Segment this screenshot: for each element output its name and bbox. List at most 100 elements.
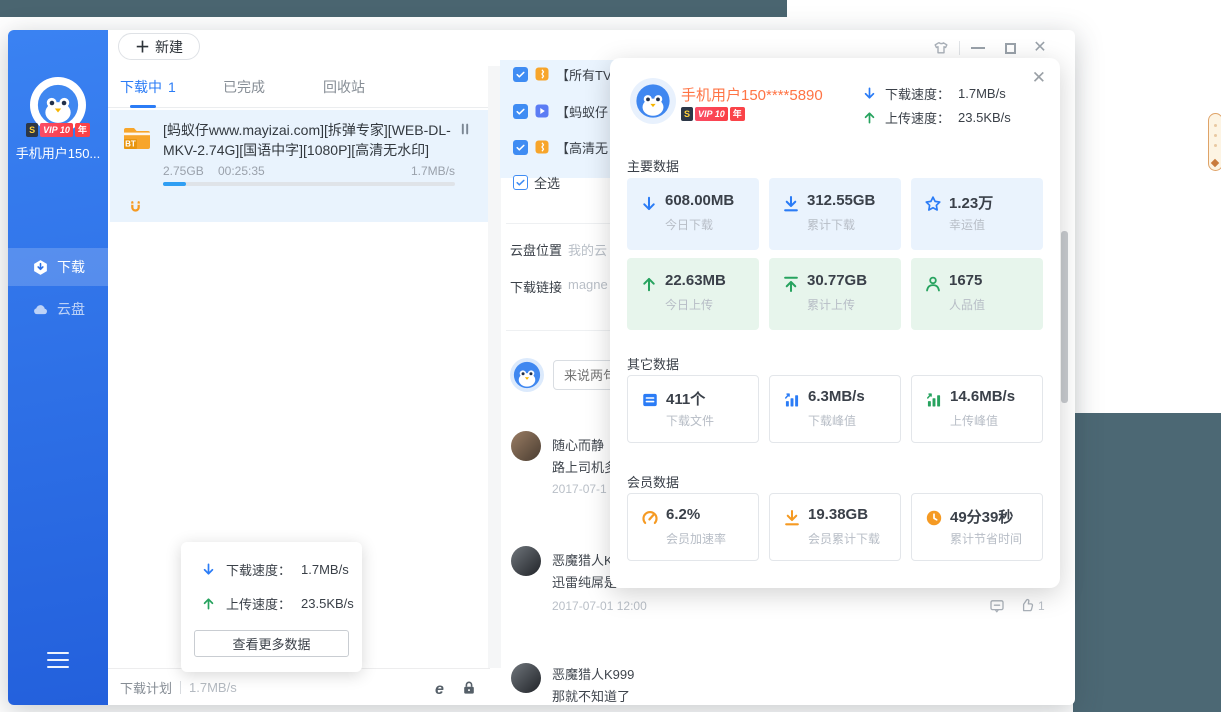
desktop-top-strip xyxy=(0,0,787,17)
statusbar-divider xyxy=(180,681,181,694)
stat-label: 今日下载 xyxy=(665,216,713,233)
commenter-avatar[interactable] xyxy=(511,663,541,693)
comment-text: 迅雷纯屌是 xyxy=(552,572,617,591)
file-row[interactable]: 【所有TV xyxy=(513,63,612,85)
divider xyxy=(506,223,616,224)
stat-card-luck-value: 1.23万 幸运值 xyxy=(911,178,1043,250)
popup-avatar xyxy=(630,78,676,124)
stat-value: 22.63MB xyxy=(665,272,726,289)
torrent-file-icon xyxy=(534,139,550,155)
stat-label: 累计下载 xyxy=(807,216,855,233)
window-controls: ✕ xyxy=(933,38,1048,58)
stat-label: 人品值 xyxy=(949,296,985,313)
stat-value: 49分39秒 xyxy=(950,506,1013,527)
download-title: [蚂蚁仔www.mayizai.com][拆弹专家][WEB-DL-MKV-2.… xyxy=(163,120,451,160)
super-badge: S xyxy=(26,123,38,137)
comment-author: 随心而静 xyxy=(552,435,604,454)
vertical-scrollbar[interactable] xyxy=(1061,231,1068,403)
checkbox-checked[interactable] xyxy=(513,104,528,119)
tab-downloading[interactable]: 下载中 1 xyxy=(120,66,176,108)
cloud-icon xyxy=(32,301,49,318)
popup-close-icon[interactable]: ✕ xyxy=(1032,68,1046,88)
commenter-avatar[interactable] xyxy=(511,431,541,461)
stat-label: 下载峰值 xyxy=(808,412,856,429)
magnet-icon xyxy=(128,200,143,215)
arrow-down-icon xyxy=(862,86,877,101)
stat-label: 累计上传 xyxy=(807,296,855,313)
stat-label: 今日上传 xyxy=(665,296,713,313)
comment-author: 恶魔猎人K xyxy=(552,550,613,569)
popup-download-speed-row: 下载速度： 1.7MB/s xyxy=(862,84,1006,103)
like-count: 1 xyxy=(1038,599,1045,613)
skin-shirt-icon[interactable] xyxy=(933,40,949,56)
section-title-main: 主要数据 xyxy=(627,156,679,175)
close-button[interactable]: ✕ xyxy=(1032,40,1048,56)
popup-username: 手机用户150****5890 xyxy=(681,84,823,105)
popup-upload-speed-row: 上传速度： 23.5KB/s xyxy=(862,108,1011,127)
checkbox-checked[interactable] xyxy=(513,67,528,82)
arrow-down-icon xyxy=(640,195,658,213)
download-plan-label[interactable]: 下载计划 xyxy=(120,678,172,697)
pause-icon[interactable] xyxy=(458,122,472,136)
handle-dot xyxy=(1214,134,1217,137)
status-bar: 下载计划 1.7MB/s e xyxy=(108,668,490,705)
select-all-row[interactable]: 全选 xyxy=(513,171,560,193)
stat-value: 6.2% xyxy=(666,506,700,523)
commenter-avatar[interactable] xyxy=(511,546,541,576)
document-list-icon xyxy=(641,391,659,409)
stat-label: 幸运值 xyxy=(949,216,985,233)
browser-e-icon[interactable]: e xyxy=(433,680,450,697)
maximize-button[interactable] xyxy=(1002,40,1018,56)
new-task-button[interactable]: ＋ 新建 xyxy=(118,33,200,60)
active-tab-underline xyxy=(130,105,156,108)
download-link-label: 下载链接 xyxy=(510,277,562,296)
download-hex-icon xyxy=(32,259,49,276)
stat-card-file-count: 411个 下载文件 xyxy=(627,375,759,443)
handle-diamond-icon xyxy=(1211,159,1219,167)
video-file-icon xyxy=(534,103,550,119)
bt-folder-icon xyxy=(122,123,152,151)
select-all-label: 全选 xyxy=(534,173,560,192)
tab-label: 回收站 xyxy=(323,77,365,97)
screen-edge-handle[interactable] xyxy=(1208,113,1221,171)
stat-card-today-download: 608.00MB 今日下载 xyxy=(627,178,759,250)
gauge-icon xyxy=(641,509,659,527)
view-more-data-button[interactable]: 查看更多数据 xyxy=(194,630,349,657)
upload-speed-label: 上传速度： xyxy=(885,108,950,127)
checkbox-select-all[interactable] xyxy=(513,175,528,190)
lock-icon[interactable] xyxy=(461,680,477,696)
tab-completed[interactable]: 已完成 xyxy=(223,66,265,108)
stat-value: 19.38GB xyxy=(808,506,868,523)
speed-popup: 下载速度： 1.7MB/s 上传速度： 23.5KB/s 查看更多数据 xyxy=(181,542,362,672)
sidebar-item-download[interactable]: 下载 xyxy=(8,248,108,286)
stat-card-member-download: 19.38GB 会员累计下载 xyxy=(769,493,901,561)
download-speed: 1.7MB/s xyxy=(411,164,455,178)
stat-card-upload-peak: 14.6MB/s 上传峰值 xyxy=(911,375,1043,443)
stat-card-member-boost: 6.2% 会员加速率 xyxy=(627,493,759,561)
download-speed-value: 1.7MB/s xyxy=(958,86,1006,101)
download-speed-label: 下载速度： xyxy=(226,560,291,579)
thumbs-up-icon[interactable] xyxy=(1019,597,1035,613)
file-row[interactable]: 【蚂蚁仔 xyxy=(513,100,608,122)
new-task-label: 新建 xyxy=(155,37,183,57)
bar-chart-icon xyxy=(783,391,801,409)
file-row[interactable]: 【高清无 xyxy=(513,136,608,158)
penguin-mascot-icon xyxy=(634,82,672,120)
divider xyxy=(506,330,616,331)
download-task-row[interactable]: [蚂蚁仔www.mayizai.com][拆弹专家][WEB-DL-MKV-2.… xyxy=(110,110,488,222)
sidebar-item-cloud[interactable]: 云盘 xyxy=(8,290,108,328)
download-link-value: magne xyxy=(568,277,608,292)
download-speed-value: 1.7MB/s xyxy=(301,562,349,577)
super-badge: S xyxy=(681,107,693,121)
tab-trash[interactable]: 回收站 xyxy=(323,66,365,108)
minimize-button[interactable] xyxy=(970,40,986,56)
stat-value: 30.77GB xyxy=(807,272,867,289)
section-title-other: 其它数据 xyxy=(627,354,679,373)
hamburger-menu-icon[interactable] xyxy=(47,652,69,668)
penguin-mascot-icon xyxy=(35,82,81,128)
statusbar-speed: 1.7MB/s xyxy=(189,680,237,695)
tab-label: 已完成 xyxy=(223,77,265,97)
reply-bubble-icon[interactable] xyxy=(989,598,1005,614)
plus-icon: ＋ xyxy=(135,36,150,57)
checkbox-checked[interactable] xyxy=(513,140,528,155)
